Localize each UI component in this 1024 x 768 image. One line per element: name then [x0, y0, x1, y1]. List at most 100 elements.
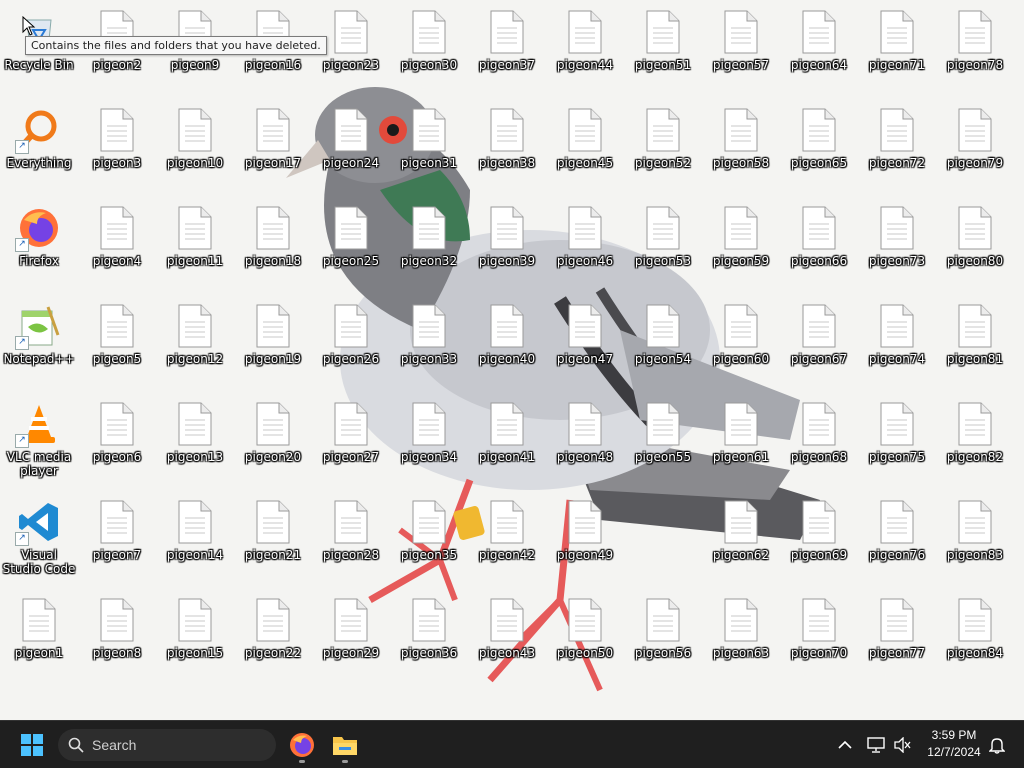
- desktop-icon-pigeon39[interactable]: pigeon39: [470, 198, 544, 292]
- desktop-icon-pigeon75[interactable]: pigeon75: [860, 394, 934, 488]
- desktop-icon-pigeon70[interactable]: pigeon70: [782, 590, 856, 684]
- desktop-icon-pigeon37[interactable]: pigeon37: [470, 2, 544, 96]
- desktop-icon-pigeon59[interactable]: pigeon59: [704, 198, 778, 292]
- desktop-icon-pigeon71[interactable]: pigeon71: [860, 2, 934, 96]
- desktop-icon-pigeon43[interactable]: pigeon43: [470, 590, 544, 684]
- desktop-icon-pigeon63[interactable]: pigeon63: [704, 590, 778, 684]
- desktop-icon-pigeon17[interactable]: pigeon17: [236, 100, 310, 194]
- desktop-icon-pigeon77[interactable]: pigeon77: [860, 590, 934, 684]
- taskbar-search-box[interactable]: Search: [58, 729, 276, 761]
- desktop-icon-pigeon8[interactable]: pigeon8: [80, 590, 154, 684]
- desktop-icon-pigeon32[interactable]: pigeon32: [392, 198, 466, 292]
- desktop-icon-pigeon82[interactable]: pigeon82: [938, 394, 1012, 488]
- network-button[interactable]: [864, 725, 888, 765]
- desktop-icon-pigeon55[interactable]: pigeon55: [626, 394, 700, 488]
- desktop-icon-pigeon73[interactable]: pigeon73: [860, 198, 934, 292]
- taskbar-clock[interactable]: 3:59 PM 12/7/2024: [918, 727, 990, 761]
- desktop-icon-pigeon10[interactable]: pigeon10: [158, 100, 232, 194]
- taskbar-file-explorer-button[interactable]: [325, 725, 365, 765]
- desktop-icon-pigeon19[interactable]: pigeon19: [236, 296, 310, 390]
- desktop-icon-pigeon21[interactable]: pigeon21: [236, 492, 310, 586]
- show-hidden-icons-button[interactable]: [834, 725, 856, 765]
- desktop-icon-pigeon22[interactable]: pigeon22: [236, 590, 310, 684]
- taskbar-firefox-button[interactable]: [282, 725, 322, 765]
- desktop-icon-pigeon76[interactable]: pigeon76: [860, 492, 934, 586]
- desktop-icon-pigeon65[interactable]: pigeon65: [782, 100, 856, 194]
- desktop-icon-pigeon66[interactable]: pigeon66: [782, 198, 856, 292]
- desktop-icon-pigeon58[interactable]: pigeon58: [704, 100, 778, 194]
- desktop-icon-pigeon47[interactable]: pigeon47: [548, 296, 622, 390]
- desktop-icon-pigeon34[interactable]: pigeon34: [392, 394, 466, 488]
- notifications-button[interactable]: [986, 725, 1008, 765]
- desktop-icon-pigeon64[interactable]: pigeon64: [782, 2, 856, 96]
- desktop-icon-pigeon80[interactable]: pigeon80: [938, 198, 1012, 292]
- desktop-icon-everything[interactable]: ↗ Everything: [2, 100, 76, 194]
- desktop-icon-pigeon53[interactable]: pigeon53: [626, 198, 700, 292]
- desktop-icon-pigeon33[interactable]: pigeon33: [392, 296, 466, 390]
- desktop-icon-pigeon7[interactable]: pigeon7: [80, 492, 154, 586]
- desktop-icon-pigeon83[interactable]: pigeon83: [938, 492, 1012, 586]
- text-file-icon: [483, 204, 531, 252]
- desktop[interactable]: Recycle Bin ↗ Everything ↗ Firefox ↗ Notepad++…: [0, 0, 1024, 720]
- desktop-icon-pigeon54[interactable]: pigeon54: [626, 296, 700, 390]
- desktop-icon-pigeon81[interactable]: pigeon81: [938, 296, 1012, 390]
- desktop-icon-pigeon42[interactable]: pigeon42: [470, 492, 544, 586]
- desktop-icon-firefox[interactable]: ↗ Firefox: [2, 198, 76, 292]
- desktop-icon-pigeon48[interactable]: pigeon48: [548, 394, 622, 488]
- desktop-icon-pigeon46[interactable]: pigeon46: [548, 198, 622, 292]
- desktop-icon-pigeon3[interactable]: pigeon3: [80, 100, 154, 194]
- desktop-icon-pigeon78[interactable]: pigeon78: [938, 2, 1012, 96]
- desktop-icon-pigeon36[interactable]: pigeon36: [392, 590, 466, 684]
- desktop-icon-pigeon84[interactable]: pigeon84: [938, 590, 1012, 684]
- desktop-icon-pigeon40[interactable]: pigeon40: [470, 296, 544, 390]
- desktop-icon-pigeon1[interactable]: pigeon1: [2, 590, 76, 684]
- desktop-icon-notepad[interactable]: ↗ Notepad++: [2, 296, 76, 390]
- desktop-icon-pigeon61[interactable]: pigeon61: [704, 394, 778, 488]
- desktop-icon-pigeon67[interactable]: pigeon67: [782, 296, 856, 390]
- text-file-icon: [483, 498, 531, 546]
- desktop-icon-pigeon26[interactable]: pigeon26: [314, 296, 388, 390]
- desktop-icon-pigeon31[interactable]: pigeon31: [392, 100, 466, 194]
- desktop-icon-pigeon5[interactable]: pigeon5: [80, 296, 154, 390]
- desktop-icon-pigeon15[interactable]: pigeon15: [158, 590, 232, 684]
- desktop-icon-pigeon74[interactable]: pigeon74: [860, 296, 934, 390]
- desktop-icon-pigeon79[interactable]: pigeon79: [938, 100, 1012, 194]
- desktop-icon-pigeon52[interactable]: pigeon52: [626, 100, 700, 194]
- desktop-icon-pigeon49[interactable]: pigeon49: [548, 492, 622, 586]
- desktop-icon-pigeon68[interactable]: pigeon68: [782, 394, 856, 488]
- desktop-icon-pigeon56[interactable]: pigeon56: [626, 590, 700, 684]
- desktop-icon-pigeon41[interactable]: pigeon41: [470, 394, 544, 488]
- desktop-icon-pigeon18[interactable]: pigeon18: [236, 198, 310, 292]
- desktop-icon-pigeon20[interactable]: pigeon20: [236, 394, 310, 488]
- desktop-icon-pigeon13[interactable]: pigeon13: [158, 394, 232, 488]
- desktop-icon-pigeon62[interactable]: pigeon62: [704, 492, 778, 586]
- desktop-icon-pigeon6[interactable]: pigeon6: [80, 394, 154, 488]
- desktop-icon-visual-studio-code[interactable]: ↗ Visual Studio Code: [2, 492, 76, 586]
- desktop-icon-pigeon4[interactable]: pigeon4: [80, 198, 154, 292]
- volume-button[interactable]: [890, 725, 914, 765]
- desktop-icon-label: pigeon71: [868, 58, 926, 72]
- desktop-icon-vlc-media-player[interactable]: ↗ VLC media player: [2, 394, 76, 488]
- desktop-icon-pigeon25[interactable]: pigeon25: [314, 198, 388, 292]
- start-button[interactable]: [12, 725, 52, 765]
- desktop-icon-pigeon28[interactable]: pigeon28: [314, 492, 388, 586]
- desktop-icon-pigeon27[interactable]: pigeon27: [314, 394, 388, 488]
- text-file-icon: [249, 302, 297, 350]
- desktop-icon-pigeon50[interactable]: pigeon50: [548, 590, 622, 684]
- desktop-icon-pigeon14[interactable]: pigeon14: [158, 492, 232, 586]
- desktop-icon-pigeon69[interactable]: pigeon69: [782, 492, 856, 586]
- desktop-icon-pigeon29[interactable]: pigeon29: [314, 590, 388, 684]
- desktop-icon-pigeon72[interactable]: pigeon72: [860, 100, 934, 194]
- desktop-icon-pigeon12[interactable]: pigeon12: [158, 296, 232, 390]
- text-file-icon: [717, 596, 765, 644]
- desktop-icon-pigeon38[interactable]: pigeon38: [470, 100, 544, 194]
- desktop-icon-pigeon44[interactable]: pigeon44: [548, 2, 622, 96]
- desktop-icon-pigeon35[interactable]: pigeon35: [392, 492, 466, 586]
- desktop-icon-pigeon51[interactable]: pigeon51: [626, 2, 700, 96]
- desktop-icon-pigeon11[interactable]: pigeon11: [158, 198, 232, 292]
- desktop-icon-pigeon30[interactable]: pigeon30: [392, 2, 466, 96]
- desktop-icon-pigeon60[interactable]: pigeon60: [704, 296, 778, 390]
- desktop-icon-pigeon45[interactable]: pigeon45: [548, 100, 622, 194]
- desktop-icon-pigeon24[interactable]: pigeon24: [314, 100, 388, 194]
- desktop-icon-pigeon57[interactable]: pigeon57: [704, 2, 778, 96]
